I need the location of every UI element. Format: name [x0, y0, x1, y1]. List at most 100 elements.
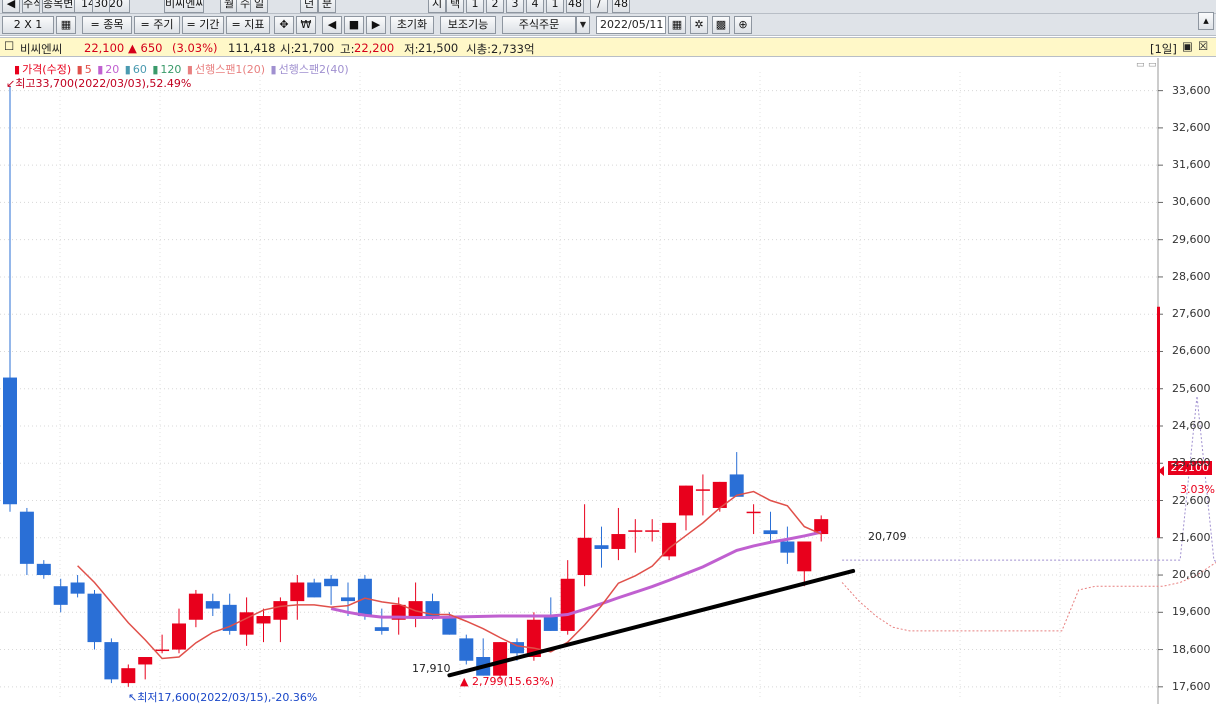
top-toolbar-item[interactable]: 30 — [92, 0, 110, 13]
calendar-icon[interactable]: ▦ — [668, 16, 686, 34]
top-toolbar-item[interactable]: 년 — [300, 0, 318, 13]
candle-body — [104, 642, 119, 680]
y-tick-label: 28,600 — [1172, 269, 1211, 283]
panel-min-icon[interactable]: ▭ — [1136, 60, 1145, 70]
price-range-bar — [1157, 306, 1160, 538]
candle-body — [560, 578, 575, 631]
y-tick-label: 29,600 — [1172, 232, 1211, 246]
legend-marker-span2: ▮ — [270, 63, 277, 76]
top-toolbar-item[interactable]: 주식 — [22, 0, 40, 13]
y-tick-label: 31,600 — [1172, 158, 1211, 172]
top-toolbar-item[interactable]: 4 — [526, 0, 544, 13]
prev-icon[interactable]: ◀ — [322, 16, 342, 34]
high-label: 고: — [340, 42, 355, 56]
top-toolbar-item[interactable]: 시 — [428, 0, 446, 13]
stop-icon[interactable]: ■ — [344, 16, 364, 34]
settings-grid-icon[interactable]: ▩ — [712, 16, 730, 34]
candlestick-chart[interactable] — [0, 58, 1216, 704]
aux-button[interactable]: 보조기능 — [440, 16, 496, 34]
top-toolbar-item[interactable]: 2 — [486, 0, 504, 13]
open-label: 시: — [280, 42, 295, 56]
open-value: 21,700 — [294, 41, 335, 55]
candle-body — [172, 623, 186, 650]
candle-body — [729, 474, 744, 497]
top-toolbar-item[interactable]: 비씨엔씨 — [164, 0, 204, 13]
current-price: 22,100 — [84, 41, 125, 55]
crosshair-icon[interactable]: ✥ — [274, 16, 294, 34]
y-tick-label: 27,600 — [1172, 307, 1211, 321]
candle-body — [374, 627, 389, 631]
candle-body — [645, 530, 660, 532]
top-toolbar-item[interactable]: 1 — [546, 0, 564, 13]
reset-button[interactable]: 초기화 — [390, 16, 434, 34]
y-tick-label: 33,600 — [1172, 83, 1211, 97]
candle-body — [273, 601, 288, 620]
span1-line — [841, 561, 1216, 632]
top-toolbar-item[interactable]: 3 — [506, 0, 524, 13]
candle-body — [442, 616, 457, 635]
candle-body — [662, 522, 677, 557]
stock-button[interactable]: = 종목 — [82, 16, 132, 34]
candle-body — [53, 586, 68, 605]
y-tick-label: 18,600 — [1172, 642, 1211, 656]
candle-body — [763, 530, 778, 535]
chart-area[interactable]: ▮ 가격(수정) ▮ 5 ▮ 20 ▮ 60 ▮ 120 ▮ 선행스팬1(20) ▮ 선행스팬… — [0, 58, 1216, 704]
gear-icon[interactable]: ✲ — [690, 16, 708, 34]
y-tick-label: 21,600 — [1172, 530, 1211, 544]
top-toolbar-item[interactable]: / — [590, 0, 608, 13]
y-tick-label: 20,600 — [1172, 568, 1211, 582]
top-toolbar-item[interactable]: 48 — [612, 0, 630, 13]
candle-body — [594, 545, 609, 549]
zoom-icon[interactable]: ⊕ — [734, 16, 752, 34]
top-toolbar-item[interactable]: 일 — [250, 0, 268, 13]
stock-name: 비씨엔씨 — [20, 42, 63, 56]
market-cap: 시총:2,733억 — [466, 42, 535, 56]
candle-body — [679, 485, 693, 516]
top-toolbar-item[interactable]: 1 — [466, 0, 484, 13]
price-change: ▲ 650 — [128, 41, 163, 55]
date-field[interactable]: 2022/05/11 — [596, 16, 666, 34]
y-tick-label: 19,600 — [1172, 605, 1211, 619]
order-button[interactable]: 주식주문 — [502, 16, 576, 34]
y-tick-label: 30,600 — [1172, 195, 1211, 209]
candle-body — [797, 541, 812, 572]
checkbox[interactable]: ☐ — [4, 39, 14, 53]
next-icon[interactable]: ▶ — [366, 16, 386, 34]
scroll-up-icon[interactable]: ▴ — [1198, 12, 1214, 30]
candle-body — [19, 511, 34, 564]
candle-body — [780, 541, 795, 553]
candle-body — [155, 649, 170, 652]
panel-max-icon[interactable]: ▭ — [1148, 60, 1157, 70]
y-tick-label: 25,600 — [1172, 381, 1211, 395]
volume: 111,418 — [228, 41, 276, 55]
y-tick-label: 26,600 — [1172, 344, 1211, 358]
range-button[interactable]: = 기간 — [182, 16, 224, 34]
period-label: [1일] — [1150, 42, 1177, 56]
layout-grid-icon[interactable]: ▦ — [56, 16, 76, 34]
top-toolbar-item[interactable]: 택 — [446, 0, 464, 13]
candle-body — [138, 657, 153, 665]
top-toolbar-item[interactable]: 48 — [566, 0, 584, 13]
low-value: 21,500 — [418, 41, 459, 55]
layout-button[interactable]: 2 X 1 — [2, 16, 54, 34]
candle-body — [459, 638, 474, 661]
minimize-icon[interactable]: ▣ — [1182, 39, 1193, 53]
indicator-button[interactable]: = 지표 — [226, 16, 270, 34]
candle-body — [628, 530, 643, 532]
won-icon[interactable]: ₩ — [296, 16, 316, 34]
top-toolbar-item[interactable]: ◀ — [2, 0, 20, 13]
candle-body — [307, 582, 322, 598]
top-toolbar-item[interactable]: 분 — [318, 0, 336, 13]
candle-body — [341, 597, 355, 602]
period-button[interactable]: = 주기 — [134, 16, 180, 34]
price-change-pct: (3.03%) — [172, 41, 218, 55]
candle-body — [256, 616, 271, 624]
candle-body — [87, 593, 102, 643]
close-icon[interactable]: ☒ — [1198, 39, 1208, 53]
y-tick-label: 24,600 — [1172, 418, 1211, 432]
order-dropdown-icon[interactable]: ▼ — [576, 16, 590, 34]
stock-info-bar: ☐ 비씨엔씨 22,100 ▲ 650 (3.03%) 111,418 시: 2… — [0, 37, 1216, 57]
top-toolbar: ◀주식종목변경14632030비씨엔씨월수일년분시택1234148/48 — [0, 0, 1216, 14]
max-annotation: ↙최고33,700(2022/03/03),52.49% — [6, 77, 192, 90]
candle-body — [746, 511, 761, 514]
